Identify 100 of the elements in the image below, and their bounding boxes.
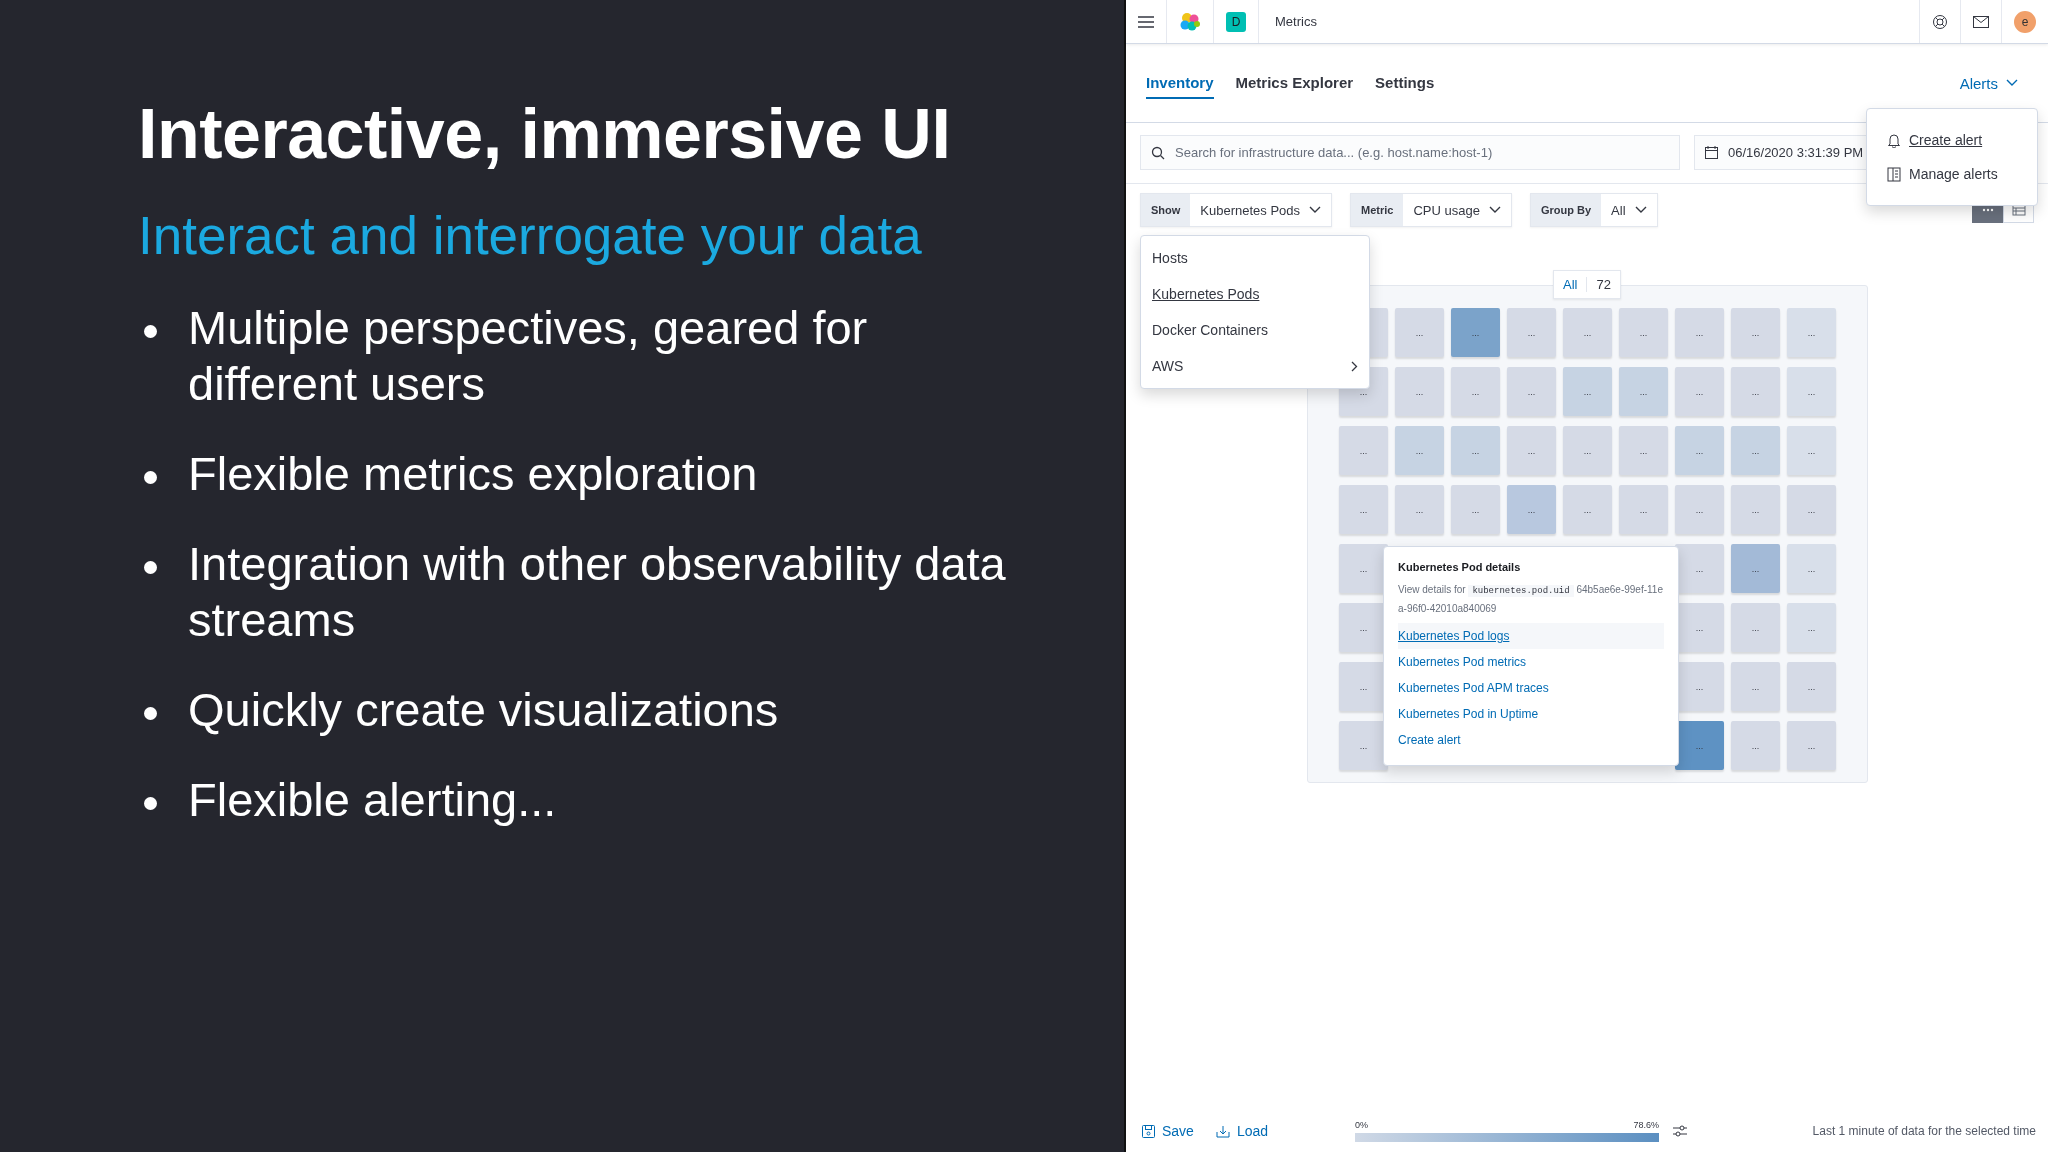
count-value: 72: [1595, 277, 1612, 292]
pod-tile[interactable]: ...: [1507, 367, 1556, 416]
popover-link[interactable]: Kubernetes Pod metrics: [1398, 649, 1664, 675]
popover-title: Kubernetes Pod details: [1398, 561, 1522, 573]
pod-tile[interactable]: ...: [1563, 367, 1612, 416]
pod-tile[interactable]: ...: [1395, 485, 1444, 534]
pod-tile[interactable]: ...: [1563, 308, 1612, 357]
popover-link[interactable]: Kubernetes Pod in Uptime: [1398, 701, 1664, 727]
nav-tab[interactable]: Metrics Explorer: [1235, 67, 1354, 99]
bell-icon: [1887, 132, 1901, 148]
load-button[interactable]: Load: [1211, 1123, 1273, 1139]
pod-tile[interactable]: ...: [1787, 367, 1836, 416]
menu-icon[interactable]: [1138, 15, 1154, 28]
menu-item[interactable]: Kubernetes Pods: [1141, 276, 1369, 312]
nav-tab[interactable]: Settings: [1375, 67, 1435, 99]
table-icon: [2011, 204, 2026, 216]
pod-tile[interactable]: ...: [1731, 603, 1780, 652]
pod-tile[interactable]: ...: [1563, 426, 1612, 475]
popover-link[interactable]: Create alert: [1398, 727, 1664, 753]
pod-tile[interactable]: ...: [1507, 426, 1556, 475]
pod-tile[interactable]: ...: [1675, 367, 1724, 416]
pod-tile[interactable]: ...: [1787, 544, 1836, 593]
chevron-down-icon: [1309, 206, 1322, 214]
pod-tile[interactable]: ...: [1731, 367, 1780, 416]
legend-max: 78.6%: [1633, 1120, 1660, 1130]
pod-tile[interactable]: ...: [1731, 308, 1780, 357]
download-icon: [1215, 1124, 1230, 1138]
bullet-dot: [144, 797, 157, 810]
filter-dropdown[interactable]: All: [1601, 194, 1657, 226]
pod-tile[interactable]: ...: [1675, 308, 1724, 357]
search-icon: [1151, 145, 1165, 160]
bullet-text: Quickly create visualizations: [188, 682, 779, 738]
filter-dropdown[interactable]: CPU usage: [1403, 194, 1511, 226]
pod-tile[interactable]: ...: [1787, 662, 1836, 711]
search-field[interactable]: Search for infrastructure data... (e.g. host.name:host-1): [1140, 135, 1680, 170]
space-badge[interactable]: D: [1226, 11, 1246, 32]
pod-tile[interactable]: ...: [1675, 426, 1724, 475]
list-icon: [1887, 166, 1901, 182]
nav-tab[interactable]: Inventory: [1146, 67, 1214, 99]
logo-icon[interactable]: [1179, 11, 1201, 32]
pod-tile[interactable]: ...: [1619, 485, 1668, 534]
pod-tile[interactable]: ...: [1395, 426, 1444, 475]
chevron-down-icon: [1634, 206, 1647, 214]
menu-item[interactable]: Hosts: [1141, 240, 1369, 276]
alerts-button[interactable]: Alerts: [1953, 73, 2024, 93]
bullet-dot: [144, 325, 157, 338]
pod-tile[interactable]: ...: [1787, 721, 1836, 770]
chevron-down-icon: [2006, 79, 2018, 87]
status-text: Last 1 minute of data for the selected time: [1812, 1124, 2036, 1138]
save-button[interactable]: Save: [1138, 1123, 1198, 1139]
pod-tile[interactable]: ...: [1395, 367, 1444, 416]
pod-tile[interactable]: ...: [1619, 426, 1668, 475]
pod-tile[interactable]: ...: [1787, 603, 1836, 652]
filter-label: Group By: [1530, 194, 1602, 226]
pod-tile[interactable]: ...: [1619, 308, 1668, 357]
pod-tile[interactable]: ...: [1451, 426, 1500, 475]
pod-tile[interactable]: ...: [1731, 662, 1780, 711]
popover-description: View details for kubernetes.pod.uid 64b5ae6e-99ef-11ea-96f0-42010a840069: [1398, 583, 1664, 616]
pod-tile[interactable]: ...: [1731, 485, 1780, 534]
pod-tile[interactable]: ...: [1451, 367, 1500, 416]
filter-label: Metric: [1351, 194, 1404, 226]
pod-tile[interactable]: ...: [1507, 485, 1556, 534]
pod-tile[interactable]: ...: [1451, 308, 1500, 357]
pod-tile[interactable]: ...: [1339, 485, 1388, 534]
bullet-text: Multiple perspectives, geared for different users: [188, 300, 868, 412]
pod-tile[interactable]: ...: [1731, 544, 1780, 593]
pod-tile[interactable]: ...: [1675, 721, 1724, 770]
popover-link[interactable]: Kubernetes Pod logs: [1398, 623, 1664, 649]
sliders-icon[interactable]: [1673, 1125, 1688, 1137]
mail-icon[interactable]: [1973, 15, 1989, 28]
user-avatar[interactable]: e: [2014, 10, 2036, 33]
help-icon[interactable]: [1932, 13, 1948, 30]
pod-tile[interactable]: ...: [1339, 426, 1388, 475]
pod-tile[interactable]: ...: [1731, 426, 1780, 475]
pod-tile[interactable]: ...: [1451, 485, 1500, 534]
pod-tile[interactable]: ...: [1675, 544, 1724, 593]
pod-tile[interactable]: ...: [1787, 308, 1836, 357]
count-label: All: [1554, 277, 1588, 292]
bullet-dot: [144, 471, 157, 484]
pod-tile[interactable]: ...: [1787, 426, 1836, 475]
pod-tile[interactable]: ...: [1731, 721, 1780, 770]
popover-link[interactable]: Kubernetes Pod APM traces: [1398, 675, 1664, 701]
calendar-icon: [1705, 146, 1718, 159]
slide-title: Interactive, immersive UI: [138, 94, 952, 175]
pod-tile[interactable]: ...: [1563, 485, 1612, 534]
pod-tile[interactable]: ...: [1507, 308, 1556, 357]
chevron-down-icon: [1488, 206, 1501, 214]
pod-tile[interactable]: ...: [1787, 485, 1836, 534]
filter-label: Show: [1141, 194, 1191, 226]
bullet-text: Flexible metrics exploration: [188, 446, 758, 502]
legend-min: 0%: [1355, 1120, 1369, 1130]
pod-tile[interactable]: ...: [1619, 367, 1668, 416]
menu-item[interactable]: Docker Containers: [1141, 312, 1369, 348]
filter-dropdown[interactable]: Kubernetes Pods: [1190, 194, 1332, 226]
pod-tile[interactable]: ...: [1675, 485, 1724, 534]
dots-icon: [1981, 208, 1994, 212]
pod-tile[interactable]: ...: [1395, 308, 1444, 357]
app-title: Metrics: [1274, 14, 1318, 29]
slide-subtitle: Interact and interrogate your data: [138, 205, 923, 266]
chevron-right-icon: [1351, 360, 1358, 372]
